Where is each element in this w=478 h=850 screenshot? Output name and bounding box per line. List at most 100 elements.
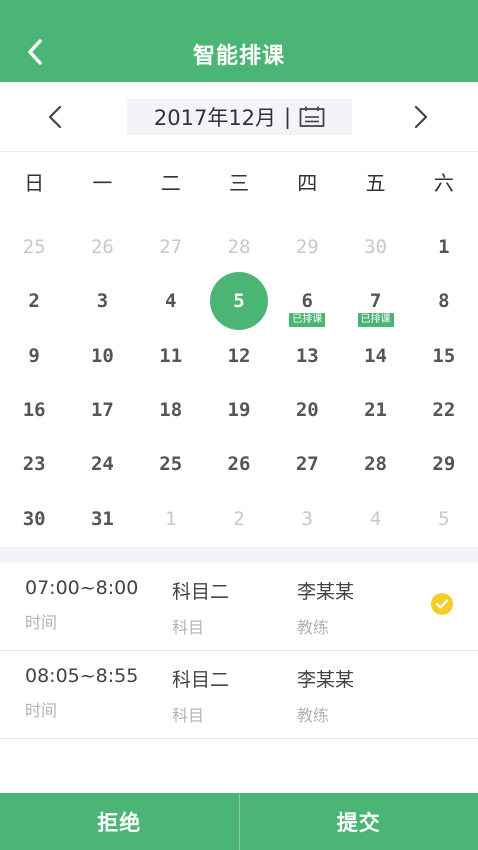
calendar-day[interactable]: 30 [0, 491, 68, 545]
calendar-day[interactable]: 14 [341, 329, 409, 383]
calendar-day[interactable]: 11 [137, 329, 205, 383]
calendar-day[interactable]: 4 [341, 491, 409, 545]
schedule-slot[interactable]: 07:00~8:00 时间 科目二 科目 李某某 教练 [0, 563, 478, 651]
day-number: 29 [432, 453, 456, 476]
day-number: 16 [22, 399, 46, 422]
day-number: 26 [90, 236, 114, 259]
day-number: 28 [364, 453, 387, 476]
schedule-slot[interactable]: 08:05~8:55 时间 科目二 科目 李某某 教练 [0, 651, 478, 739]
prev-month-button[interactable] [40, 102, 70, 132]
day-number: 7 [369, 290, 382, 313]
calendar-day[interactable]: 3 [68, 274, 136, 328]
coach-label: 教练 [297, 618, 330, 637]
calendar-week: 25 26 27 28 29 30 1 [0, 220, 478, 274]
calendar-day[interactable]: 13 [273, 329, 341, 383]
calendar-day[interactable]: 4 [137, 274, 205, 328]
calendar-day[interactable]: 8 [410, 274, 478, 328]
calendar-day[interactable]: 17 [68, 383, 136, 437]
weekday-header: 日 一 二 三 四 五 六 [0, 152, 478, 214]
calendar-day[interactable]: 30 [341, 220, 409, 274]
subject-label: 科目 [172, 706, 205, 725]
calendar-day[interactable]: 29 [273, 220, 341, 274]
calendar-day[interactable]: 2 [0, 274, 68, 328]
time-column: 08:05~8:55 时间 [25, 665, 138, 721]
calendar-day[interactable]: 3 [273, 491, 341, 545]
calendar-day[interactable]: 20 [273, 383, 341, 437]
calendar-day[interactable]: 24 [68, 437, 136, 491]
submit-button[interactable]: 提交 [240, 793, 478, 850]
calendar-day[interactable]: 21 [341, 383, 409, 437]
month-picker[interactable]: 2017年12月 | [127, 99, 352, 135]
calendar-day[interactable]: 9 [0, 329, 68, 383]
day-number: 13 [295, 344, 319, 367]
day-number: 27 [159, 236, 183, 259]
day-number: 10 [90, 344, 114, 367]
next-month-button[interactable] [406, 102, 436, 132]
calendar-day[interactable]: 12 [205, 329, 273, 383]
day-number: 29 [295, 236, 319, 259]
calendar-day[interactable]: 16 [0, 383, 68, 437]
section-divider [0, 547, 478, 563]
calendar-day-selected[interactable]: 5 [205, 272, 273, 331]
calendar-day[interactable]: 1 [410, 220, 478, 274]
calendar-day[interactable]: 31 [68, 491, 136, 545]
calendar-week: 16 17 18 19 20 21 22 [0, 383, 478, 437]
calendar-day[interactable]: 2 [205, 491, 273, 545]
day-number: 9 [28, 344, 40, 367]
day-number: 24 [90, 453, 114, 476]
calendar-day[interactable]: 27 [137, 220, 205, 274]
calendar-day[interactable]: 19 [205, 383, 273, 437]
day-number: 25 [159, 453, 183, 476]
weekday-wed: 三 [228, 171, 249, 195]
day-number: 20 [295, 399, 319, 422]
calendar-day[interactable]: 6 已排课 [273, 274, 341, 328]
calendar-day[interactable]: 23 [0, 437, 68, 491]
checkmark-icon[interactable] [431, 593, 453, 615]
calendar-day[interactable]: 7 已排课 [341, 274, 409, 328]
day-number: 31 [90, 507, 114, 530]
day-number: 19 [227, 399, 251, 422]
day-number: 12 [227, 344, 251, 367]
calendar-day[interactable]: 27 [273, 437, 341, 491]
calendar-grid: 25 26 27 28 29 30 1 2 3 4 5 6 已排课 7 已排课 8 9 10 11 12 13 14 15 1… [0, 220, 478, 546]
calendar-day[interactable]: 1 [137, 491, 205, 545]
day-number: 11 [159, 344, 183, 367]
calendar-day[interactable]: 25 [137, 437, 205, 491]
day-number: 3 [96, 290, 109, 313]
calendar-week: 30 31 1 2 3 4 5 [0, 491, 478, 545]
day-number: 1 [164, 507, 177, 530]
time-label: 时间 [25, 701, 58, 720]
calendar-day[interactable]: 18 [137, 383, 205, 437]
subject-label: 科目 [172, 618, 205, 637]
picker-separator: | [284, 105, 292, 129]
calendar-day[interactable]: 15 [410, 329, 478, 383]
day-number: 8 [438, 290, 450, 313]
month-navigation-bar: 2017年12月 | [0, 82, 478, 152]
calendar-day[interactable]: 26 [68, 220, 136, 274]
calendar-week: 2 3 4 5 6 已排课 7 已排课 8 [0, 272, 478, 331]
calendar-day[interactable]: 22 [410, 383, 478, 437]
subject-column: 科目二 科目 [172, 665, 229, 726]
day-number: 22 [432, 399, 456, 422]
calendar-day[interactable]: 28 [205, 220, 273, 274]
weekday-thu: 四 [297, 171, 318, 195]
calendar-day[interactable]: 26 [205, 437, 273, 491]
chevron-left-icon [48, 105, 62, 129]
day-number: 21 [364, 399, 387, 422]
calendar-icon [299, 106, 325, 127]
reject-button[interactable]: 拒绝 [0, 793, 239, 850]
day-number: 3 [301, 507, 313, 530]
day-number: 14 [364, 344, 387, 367]
calendar-day[interactable]: 28 [341, 437, 409, 491]
calendar-day[interactable]: 5 [410, 491, 478, 545]
day-number: 25 [22, 236, 46, 259]
weekday-sat: 六 [433, 171, 454, 195]
day-number: 4 [369, 507, 382, 530]
weekday-mon: 一 [92, 171, 113, 195]
calendar-day[interactable]: 25 [0, 220, 68, 274]
day-number: 30 [22, 507, 46, 530]
calendar-day[interactable]: 10 [68, 329, 136, 383]
scheduled-badge: 已排课 [357, 313, 394, 328]
calendar-day[interactable]: 29 [410, 437, 478, 491]
day-number: 23 [22, 453, 46, 476]
